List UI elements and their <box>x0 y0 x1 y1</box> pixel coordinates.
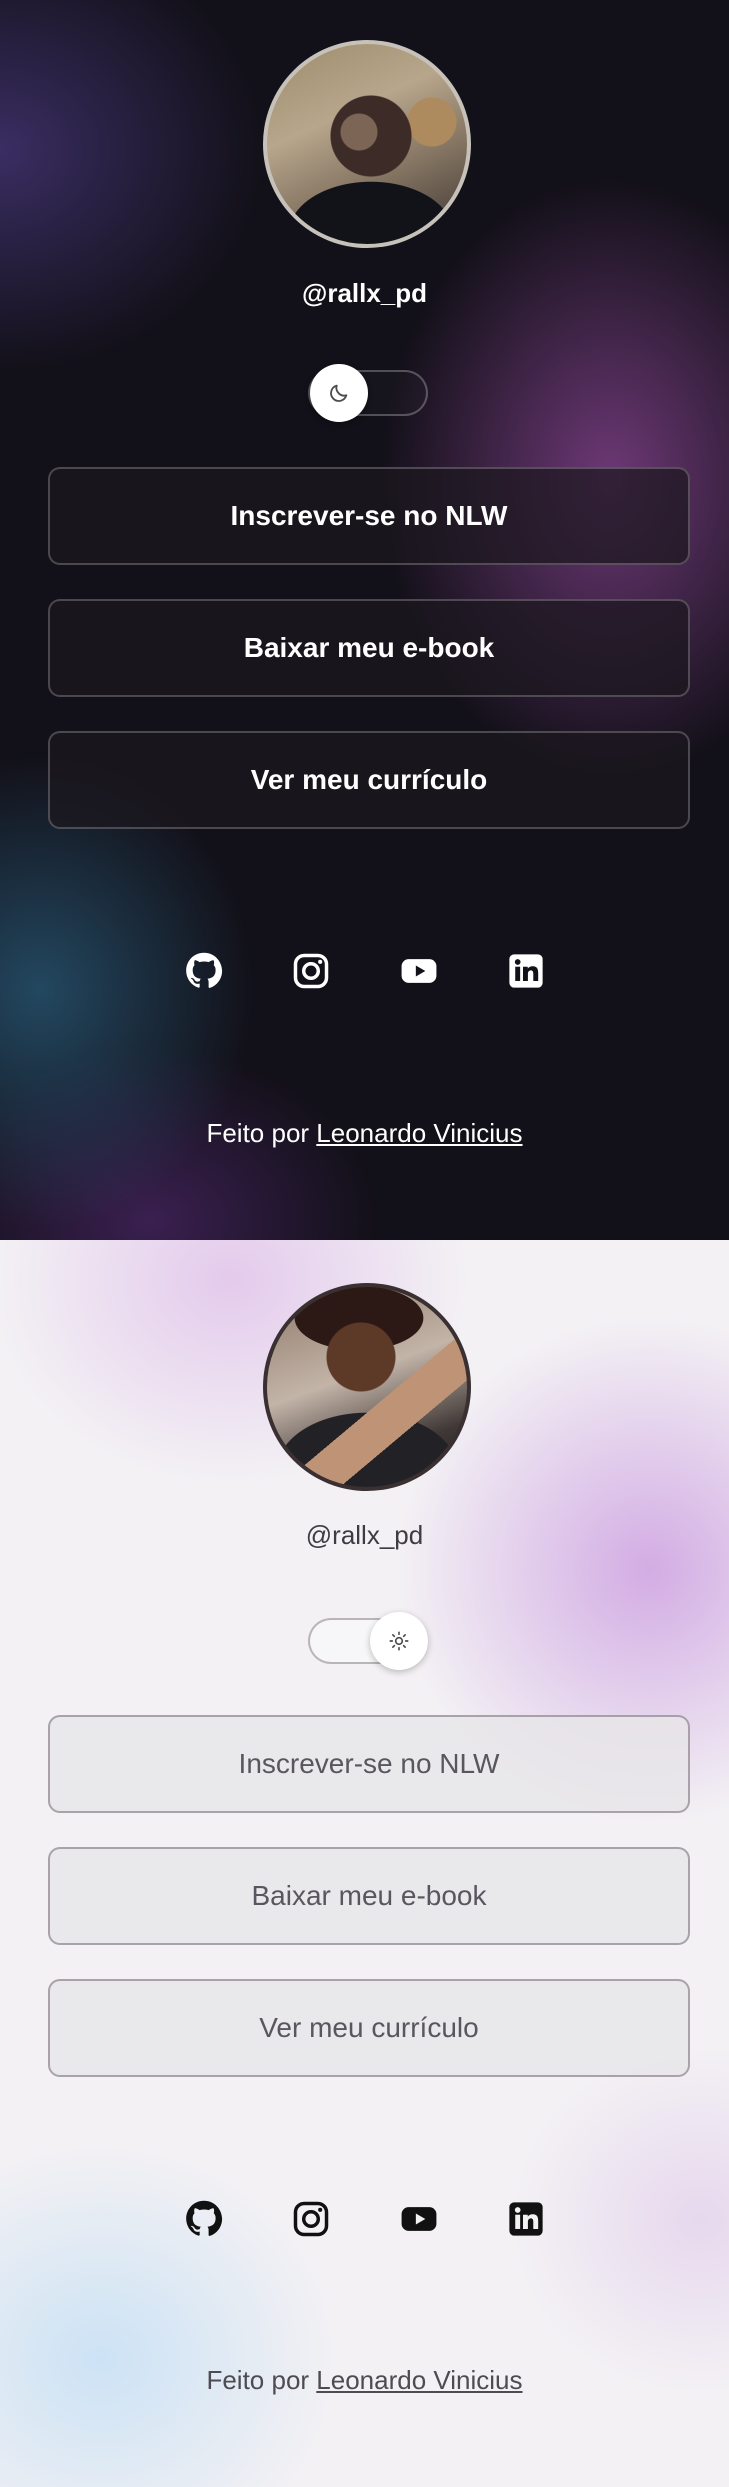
instagram-icon[interactable] <box>292 2200 330 2238</box>
author-link[interactable]: Leonardo Vinicius <box>316 1118 522 1148</box>
nlw-signup-button[interactable]: Inscrever-se no NLW <box>48 467 690 565</box>
instagram-icon[interactable] <box>292 952 330 990</box>
youtube-icon[interactable] <box>400 2200 438 2238</box>
profile-avatar <box>263 1283 471 1491</box>
theme-toggle[interactable] <box>308 1612 428 1670</box>
light-theme-panel: @rallx_pd Inscrever-se no NLW Baixar meu… <box>0 1240 729 2487</box>
nlw-signup-button[interactable]: Inscrever-se no NLW <box>48 1715 690 1813</box>
profile-avatar <box>263 40 471 248</box>
footer-prefix: Feito por <box>206 2365 310 2395</box>
profile-handle: @rallx_pd <box>301 278 428 308</box>
linkedin-icon[interactable] <box>507 2200 545 2238</box>
profile-handle: @rallx_pd <box>305 1520 424 1550</box>
dark-theme-panel: @rallx_pd Inscrever-se no NLW Baixar meu… <box>0 0 729 1240</box>
author-link[interactable]: Leonardo Vinicius <box>316 2365 522 2395</box>
github-icon[interactable] <box>185 2200 223 2238</box>
youtube-icon[interactable] <box>400 952 438 990</box>
footer-prefix: Feito por <box>206 1118 310 1148</box>
toggle-knob[interactable] <box>310 364 368 422</box>
social-links <box>185 2200 545 2238</box>
link-list: Inscrever-se no NLW Baixar meu e-book Ve… <box>48 1715 690 2111</box>
linkedin-icon[interactable] <box>507 952 545 990</box>
ebook-download-button[interactable]: Baixar meu e-book <box>48 1847 690 1945</box>
resume-button[interactable]: Ver meu currículo <box>48 731 690 829</box>
social-links <box>185 952 545 990</box>
ebook-download-button[interactable]: Baixar meu e-book <box>48 599 690 697</box>
toggle-knob[interactable] <box>370 1612 428 1670</box>
moon-icon <box>330 384 348 402</box>
footer: Feito por Leonardo Vinicius <box>0 1118 729 1149</box>
resume-button[interactable]: Ver meu currículo <box>48 1979 690 2077</box>
sun-icon <box>389 1631 409 1651</box>
theme-toggle[interactable] <box>308 364 428 422</box>
github-icon[interactable] <box>185 952 223 990</box>
footer: Feito por Leonardo Vinicius <box>0 2365 729 2396</box>
link-list: Inscrever-se no NLW Baixar meu e-book Ve… <box>48 467 690 863</box>
